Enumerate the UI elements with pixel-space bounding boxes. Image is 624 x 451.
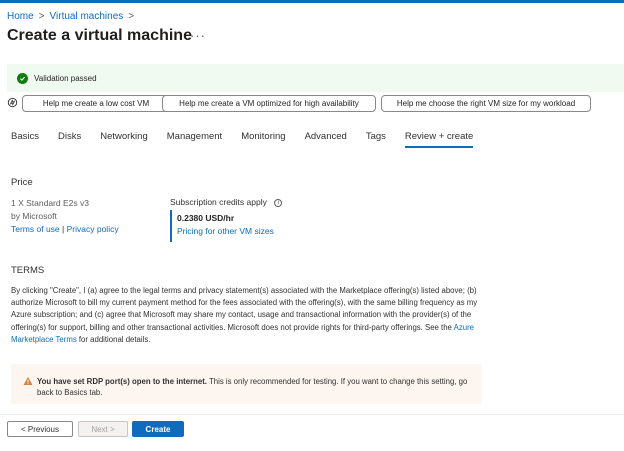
checkmark-icon xyxy=(17,72,28,84)
breadcrumb-separator: > xyxy=(128,11,135,22)
create-button[interactable]: Create xyxy=(132,421,184,437)
tab-networking[interactable]: Networking xyxy=(100,131,148,148)
terms-heading: TERMS xyxy=(11,265,45,276)
previous-button[interactable]: < Previous xyxy=(7,421,73,437)
info-icon[interactable]: i xyxy=(274,198,283,207)
link-divider: | xyxy=(62,224,65,234)
breadcrumb-separator: > xyxy=(38,11,45,22)
breadcrumb: Home > Virtual machines > xyxy=(7,11,134,22)
price-box: 0.2380 USD/hr Pricing for other VM sizes xyxy=(170,210,274,242)
subscription-credits: Subscription credits apply i xyxy=(170,197,283,207)
assist-chip-high-availability[interactable]: Help me create a VM optimized for high a… xyxy=(162,95,376,112)
price-amount: 0.2380 USD/hr xyxy=(177,213,235,223)
page-title: Create a virtual machine xyxy=(7,27,192,44)
price-heading: Price xyxy=(11,177,33,188)
assist-chip-vm-size[interactable]: Help me choose the right VM size for my … xyxy=(381,95,591,112)
validation-banner: Validation passed xyxy=(7,64,624,92)
more-options-button[interactable]: ··· xyxy=(190,28,206,43)
price-product-info: 1 X Standard E2s v3 by Microsoft Terms o… xyxy=(11,197,119,236)
tab-review-create[interactable]: Review + create xyxy=(404,131,474,148)
publisher-label: by Microsoft xyxy=(11,211,57,221)
warning-bold-text: You have set RDP port(s) open to the int… xyxy=(37,377,207,386)
tab-management[interactable]: Management xyxy=(167,131,222,148)
validation-text: Validation passed xyxy=(34,73,97,83)
subscription-credits-label: Subscription credits apply xyxy=(170,197,267,207)
tab-bar: Basics Disks Networking Management Monit… xyxy=(11,131,492,148)
privacy-policy-link[interactable]: Privacy policy xyxy=(67,224,119,234)
tab-basics[interactable]: Basics xyxy=(11,131,39,148)
pricing-other-sizes-link[interactable]: Pricing for other VM sizes xyxy=(177,226,274,236)
copilot-assist-icon xyxy=(7,97,18,108)
terms-body-end: for additional details. xyxy=(76,334,151,344)
tab-tags[interactable]: Tags xyxy=(366,131,386,148)
rdp-warning-banner: You have set RDP port(s) open to the int… xyxy=(11,364,481,404)
breadcrumb-home[interactable]: Home xyxy=(7,11,34,22)
terms-text: By clicking "Create", I (a) agree to the… xyxy=(11,285,481,346)
tab-disks[interactable]: Disks xyxy=(58,131,81,148)
tab-advanced[interactable]: Advanced xyxy=(305,131,347,148)
top-accent-bar xyxy=(0,0,624,3)
terms-of-use-link[interactable]: Terms of use xyxy=(11,224,60,234)
assist-chip-low-cost[interactable]: Help me create a low cost VM xyxy=(22,95,170,112)
tab-monitoring[interactable]: Monitoring xyxy=(241,131,285,148)
terms-body: By clicking "Create", I (a) agree to the… xyxy=(11,286,478,332)
warning-icon xyxy=(23,376,33,385)
product-name: 1 X Standard E2s v3 xyxy=(11,198,89,208)
breadcrumb-virtual-machines[interactable]: Virtual machines xyxy=(50,11,124,22)
footer-divider xyxy=(0,414,624,415)
next-button[interactable]: Next > xyxy=(78,421,128,437)
